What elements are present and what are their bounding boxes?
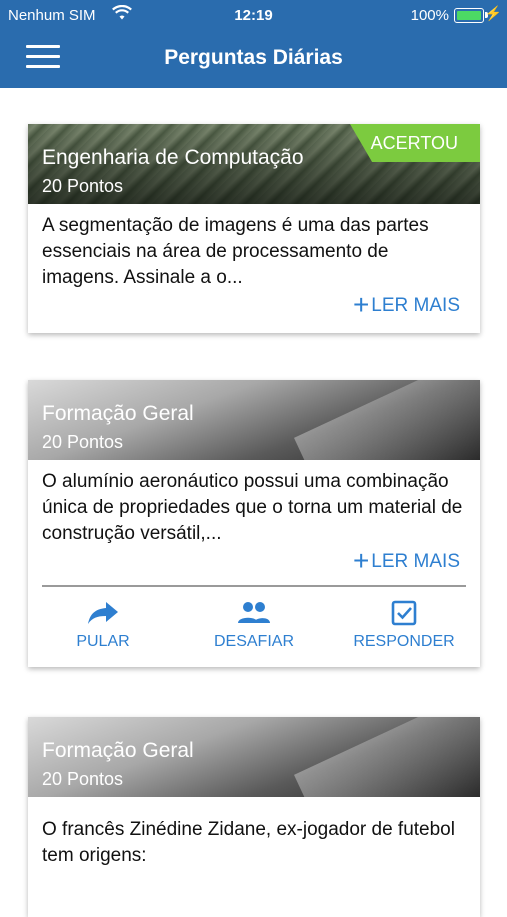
plus-icon: + <box>352 289 370 320</box>
skip-label: PULAR <box>76 633 130 650</box>
answer-button[interactable]: RESPONDER <box>339 587 469 667</box>
plus-icon: + <box>352 545 370 576</box>
answer-label: RESPONDER <box>353 633 455 650</box>
card-header-image: Formação Geral 20 Pontos <box>28 380 480 460</box>
card-points: 20 Pontos <box>42 176 124 196</box>
question-text: O francês Zinédine Zidane, ex-jogador de… <box>42 819 455 866</box>
challenge-button[interactable]: DESAFIAR <box>189 587 319 667</box>
status-badge: ACERTOU <box>350 124 480 162</box>
read-more-label: LER MAIS <box>371 295 460 316</box>
forward-icon <box>88 602 118 624</box>
page-title: Perguntas Diárias <box>164 46 343 69</box>
read-more-button[interactable]: + LER MAIS <box>28 291 480 321</box>
read-more-label: LER MAIS <box>371 551 460 572</box>
question-card[interactable]: ACERTOU Engenharia de Computação 20 Pont… <box>28 124 480 333</box>
question-text: O alumínio aeronáutico possui uma combin… <box>42 471 463 544</box>
question-text: A segmentação de imagens é uma das parte… <box>42 215 429 288</box>
card-points: 20 Pontos <box>42 769 124 789</box>
battery-icon <box>454 8 484 23</box>
question-card[interactable]: Formação Geral 20 Pontos O alumínio aero… <box>28 380 480 667</box>
card-category: Formação Geral <box>42 402 194 425</box>
checkbox-icon <box>391 600 417 626</box>
card-header-image: Formação Geral 20 Pontos <box>28 717 480 797</box>
card-category: Formação Geral <box>42 739 194 762</box>
question-card[interactable]: Formação Geral 20 Pontos O francês Zinéd… <box>28 717 480 917</box>
status-bar: Nenhum SIM 12:19 100% ⚡ <box>0 0 507 32</box>
card-points: 20 Pontos <box>42 432 124 452</box>
battery-percentage: 100% <box>410 7 449 24</box>
challenge-label: DESAFIAR <box>213 633 294 650</box>
nav-bar: Perguntas Diárias <box>0 32 507 88</box>
card-category: Engenharia de Computação <box>42 146 304 169</box>
skip-button[interactable]: PULAR <box>38 587 168 667</box>
card-header-image: ACERTOU Engenharia de Computação 20 Pont… <box>28 124 480 204</box>
read-more-button[interactable]: + LER MAIS <box>28 547 480 577</box>
card-actions: PULAR DESAFIAR RESPONDER <box>28 587 480 667</box>
group-icon <box>238 602 270 623</box>
charging-icon: ⚡ <box>484 5 502 21</box>
